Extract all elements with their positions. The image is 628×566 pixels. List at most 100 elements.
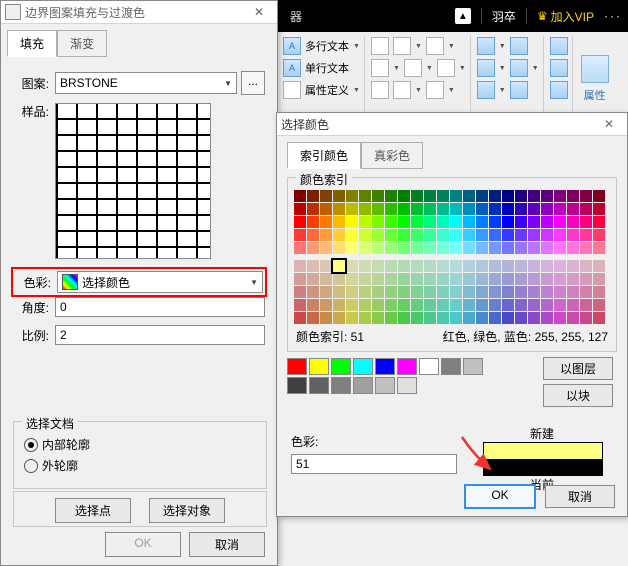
color-swatch[interactable] xyxy=(567,286,579,298)
icon[interactable] xyxy=(426,37,444,55)
color-swatch[interactable] xyxy=(320,216,332,228)
color-swatch[interactable] xyxy=(567,190,579,202)
color-swatch[interactable] xyxy=(463,299,475,311)
color-swatch[interactable] xyxy=(437,190,449,202)
color-swatch[interactable] xyxy=(398,273,410,285)
basic-color-swatch[interactable] xyxy=(463,358,483,375)
color-swatch[interactable] xyxy=(307,273,319,285)
color-swatch[interactable] xyxy=(580,242,592,254)
color-swatch[interactable] xyxy=(424,286,436,298)
color-swatch[interactable] xyxy=(567,312,579,324)
color-swatch[interactable] xyxy=(502,273,514,285)
color-swatch[interactable] xyxy=(476,286,488,298)
cancel-button[interactable]: 取消 xyxy=(545,485,615,508)
color-swatch[interactable] xyxy=(320,260,332,272)
basic-color-swatch[interactable] xyxy=(441,358,461,375)
color-swatch[interactable] xyxy=(476,299,488,311)
basic-color-swatch[interactable] xyxy=(397,358,417,375)
color-swatch[interactable] xyxy=(424,299,436,311)
color-swatch[interactable] xyxy=(450,190,462,202)
tab-gradient[interactable]: 渐变 xyxy=(57,30,107,57)
color-swatch[interactable] xyxy=(385,203,397,215)
color-swatch[interactable] xyxy=(411,190,423,202)
color-swatch[interactable] xyxy=(554,203,566,215)
color-swatch[interactable] xyxy=(528,203,540,215)
color-swatch[interactable] xyxy=(502,229,514,241)
color-swatch[interactable] xyxy=(541,229,553,241)
color-swatch[interactable] xyxy=(489,242,501,254)
basic-color-swatch[interactable] xyxy=(353,358,373,375)
color-swatch[interactable] xyxy=(359,229,371,241)
color-swatch[interactable] xyxy=(554,286,566,298)
color-swatch[interactable] xyxy=(515,190,527,202)
ribbon-propdef[interactable]: 属性定义 ▼ xyxy=(283,80,360,100)
color-swatch[interactable] xyxy=(385,273,397,285)
color-swatch[interactable] xyxy=(580,203,592,215)
color-swatch[interactable] xyxy=(294,203,306,215)
color-swatch[interactable] xyxy=(437,312,449,324)
color-swatch[interactable] xyxy=(554,299,566,311)
color-swatch[interactable] xyxy=(437,273,449,285)
icon[interactable] xyxy=(550,59,568,77)
color-swatch[interactable] xyxy=(307,190,319,202)
color-swatch[interactable] xyxy=(554,273,566,285)
color-swatch[interactable] xyxy=(398,203,410,215)
color-swatch[interactable] xyxy=(294,229,306,241)
basic-color-swatch[interactable] xyxy=(419,358,439,375)
color-swatch[interactable] xyxy=(333,273,345,285)
color-swatch[interactable] xyxy=(411,260,423,272)
color-swatch[interactable] xyxy=(333,286,345,298)
color-swatch[interactable] xyxy=(346,273,358,285)
basic-color-swatch[interactable] xyxy=(309,358,329,375)
color-swatch[interactable] xyxy=(294,273,306,285)
color-swatch[interactable] xyxy=(333,203,345,215)
color-swatch[interactable] xyxy=(593,286,605,298)
color-swatch[interactable] xyxy=(463,216,475,228)
icon[interactable] xyxy=(404,59,422,77)
color-swatch[interactable] xyxy=(320,203,332,215)
color-swatch[interactable] xyxy=(424,190,436,202)
color-swatch[interactable] xyxy=(476,242,488,254)
color-swatch[interactable] xyxy=(567,203,579,215)
color-swatch[interactable] xyxy=(346,203,358,215)
color-swatch[interactable] xyxy=(567,273,579,285)
color-swatch[interactable] xyxy=(502,312,514,324)
color-swatch[interactable] xyxy=(515,273,527,285)
color-swatch[interactable] xyxy=(554,216,566,228)
color-swatch[interactable] xyxy=(398,286,410,298)
color-swatch[interactable] xyxy=(307,260,319,272)
color-swatch[interactable] xyxy=(437,242,449,254)
color-swatch[interactable] xyxy=(437,286,449,298)
color-swatch[interactable] xyxy=(437,203,449,215)
color-swatch[interactable] xyxy=(372,229,384,241)
color-swatch[interactable] xyxy=(593,203,605,215)
color-swatch[interactable] xyxy=(320,286,332,298)
color-swatch[interactable] xyxy=(463,203,475,215)
icon[interactable] xyxy=(477,81,495,99)
color-swatch[interactable] xyxy=(372,216,384,228)
avatar-icon[interactable]: ▲ xyxy=(455,8,471,24)
icon[interactable] xyxy=(437,59,455,77)
color-swatch[interactable] xyxy=(528,312,540,324)
pick-object-button[interactable]: 选择对象 xyxy=(149,498,225,523)
color-swatch[interactable] xyxy=(359,242,371,254)
color-swatch[interactable] xyxy=(489,312,501,324)
color-swatch[interactable] xyxy=(294,299,306,311)
basic-color-swatch[interactable] xyxy=(331,358,351,375)
color-swatch[interactable] xyxy=(346,229,358,241)
color-swatch[interactable] xyxy=(476,203,488,215)
color-swatch[interactable] xyxy=(359,203,371,215)
color-swatch[interactable] xyxy=(294,260,306,272)
color-swatch[interactable] xyxy=(346,299,358,311)
color-swatch[interactable] xyxy=(515,229,527,241)
color-swatch[interactable] xyxy=(411,203,423,215)
color-swatch[interactable] xyxy=(424,273,436,285)
color-swatch[interactable] xyxy=(528,216,540,228)
color-swatch[interactable] xyxy=(528,190,540,202)
color-swatch[interactable] xyxy=(554,242,566,254)
color-swatch[interactable] xyxy=(528,242,540,254)
color-swatch[interactable] xyxy=(463,260,475,272)
color-swatch[interactable] xyxy=(333,242,345,254)
color-swatch[interactable] xyxy=(489,286,501,298)
basic-color-swatch[interactable] xyxy=(287,358,307,375)
